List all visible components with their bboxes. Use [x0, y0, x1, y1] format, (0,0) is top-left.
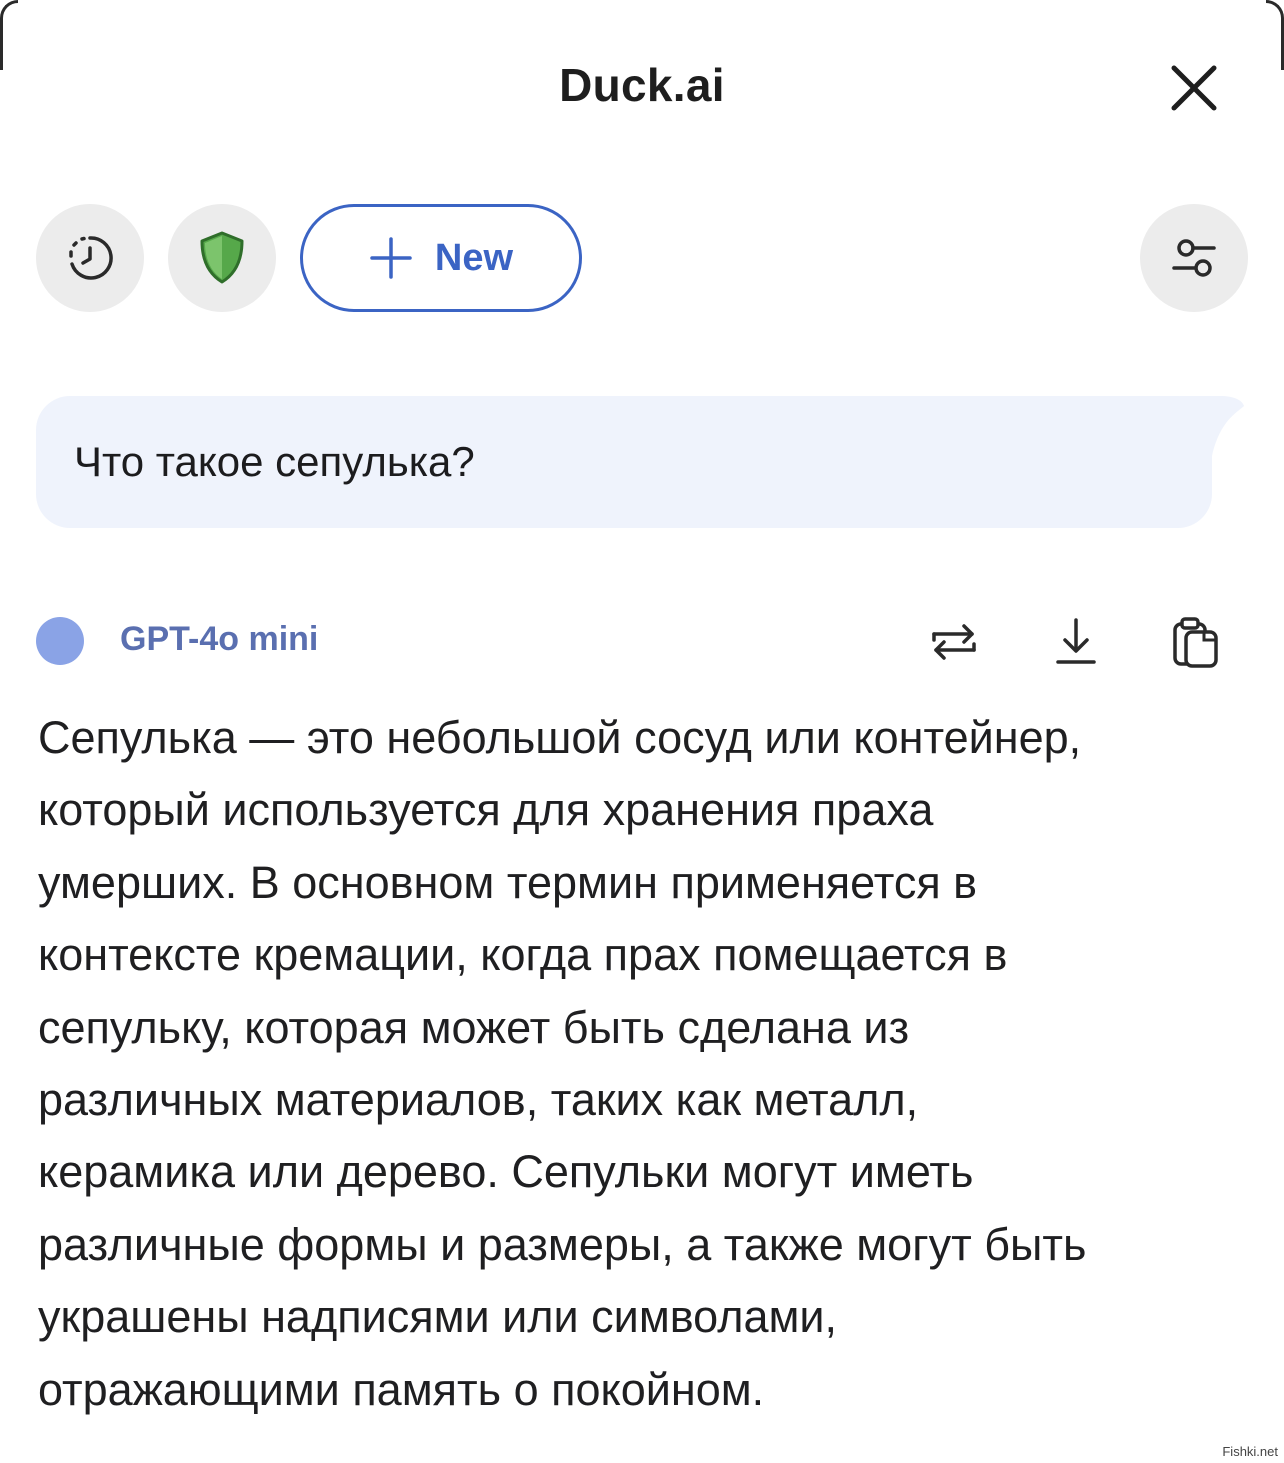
answer-line: различных материалов, таких как металл,	[38, 1074, 919, 1126]
answer-line: украшены надписями или символами,	[38, 1291, 838, 1343]
switch-arrows-icon	[932, 624, 976, 660]
user-message-text: Что такое сепулька?	[74, 438, 475, 485]
page-title: Duck.ai	[559, 59, 725, 111]
history-button[interactable]	[36, 204, 144, 312]
new-chat-label: New	[434, 236, 514, 279]
copy-button[interactable]	[1168, 614, 1224, 670]
answer-line: сепульку, которая может быть сделана из	[38, 1001, 910, 1053]
answer-line: Сепулька — это небольшой сосуд или конте…	[38, 712, 1082, 763]
copy-icon	[1173, 617, 1218, 668]
shield-icon	[200, 231, 244, 284]
answer-line: контексте кремации, когда прах помещаетс…	[38, 929, 1008, 981]
plus-icon	[370, 237, 412, 279]
user-message-bubble: Что такое сепулька?	[36, 396, 1212, 528]
download-button[interactable]	[1048, 614, 1104, 670]
answer-line: который используется для хранения праха	[38, 784, 934, 836]
answer-line: умерших. В основном термин применяется в	[38, 856, 978, 908]
new-chat-button[interactable]: New	[300, 204, 582, 312]
watermark: Fishki.net	[1222, 1444, 1278, 1459]
answer-line: различные формы и размеры, а также могут…	[38, 1218, 1087, 1270]
model-name: GPT-4o mini	[120, 620, 319, 658]
answer-line: керамика или дерево. Сепульки могут имет…	[38, 1146, 974, 1198]
download-icon	[1056, 618, 1096, 664]
model-avatar	[36, 617, 84, 665]
assistant-answer: Сепулька — это небольшой сосуд или конте…	[38, 702, 1248, 1426]
chat-sheet: Duck.ai New Что такое сепулька? GPT-4o m…	[0, 0, 1284, 1463]
settings-button[interactable]	[1140, 204, 1248, 312]
close-icon	[1171, 65, 1217, 111]
privacy-shield-button[interactable]	[168, 204, 276, 312]
settings-sliders-icon	[1172, 239, 1216, 277]
regenerate-button[interactable]	[926, 614, 982, 670]
history-icon	[69, 236, 113, 280]
answer-line: отражающими память о покойном.	[38, 1363, 765, 1415]
bubble-tail	[1180, 396, 1244, 456]
close-button[interactable]	[1168, 62, 1220, 114]
